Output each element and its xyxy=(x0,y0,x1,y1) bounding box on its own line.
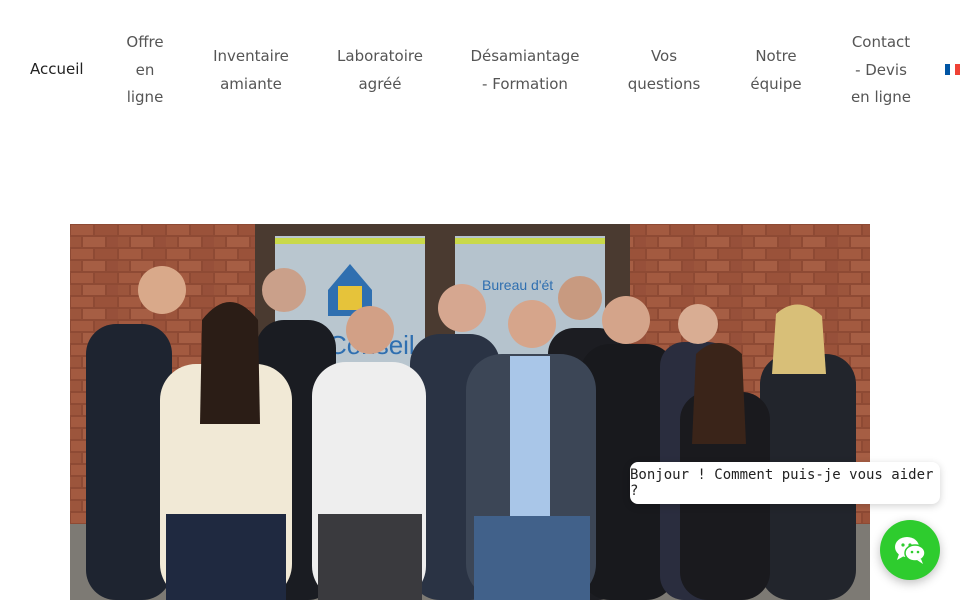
nav-item-accueil[interactable]: Accueil xyxy=(30,56,84,84)
window-text: Bureau d'ét xyxy=(482,277,553,293)
chat-launcher-button[interactable] xyxy=(880,520,940,580)
nav-item-notre-equipe[interactable]: Notre équipe xyxy=(746,43,806,98)
nav-item-desamiantage-formation[interactable]: Désamiantage - Formation xyxy=(468,43,582,98)
chat-greeting-bubble[interactable]: Bonjour ! Comment puis-je vous aider ? xyxy=(630,462,940,504)
team-photo: Conseil Bureau d'ét xyxy=(70,224,870,600)
nav-item-inventaire-amiante[interactable]: Inventaire amiante xyxy=(211,43,291,98)
nav-item-contact-devis[interactable]: Contact - Devis en ligne xyxy=(848,29,914,112)
nav-item-laboratoire-agree[interactable]: Laboratoire agréé xyxy=(335,43,425,98)
main-navigation: Accueil Offre en ligne Inventaire amiant… xyxy=(0,0,960,140)
wechat-icon xyxy=(895,537,926,564)
nav-item-offre-en-ligne[interactable]: Offre en ligne xyxy=(122,29,168,112)
language-flag-fr[interactable] xyxy=(945,64,960,75)
nav-item-vos-questions[interactable]: Vos questions xyxy=(624,43,704,98)
